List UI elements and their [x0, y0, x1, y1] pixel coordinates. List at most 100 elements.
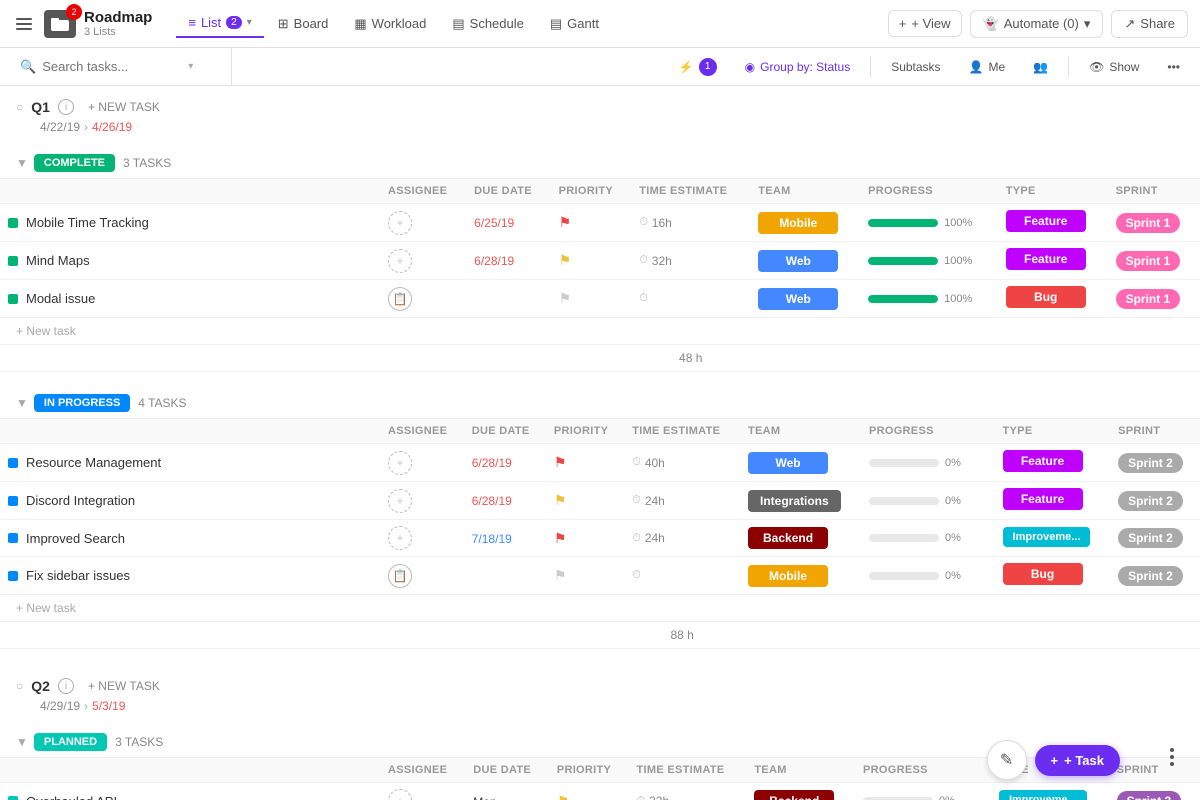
- new-task-row-inprogress[interactable]: + New task: [0, 595, 1200, 622]
- group-complete-toggle[interactable]: ▼: [16, 156, 28, 170]
- search-input[interactable]: [42, 59, 182, 74]
- tab-gantt[interactable]: ▤ Gantt: [538, 10, 611, 38]
- due-date-value: 7/18/19: [472, 532, 512, 546]
- fab-task-label: + Task: [1064, 753, 1104, 768]
- task-priority[interactable]: ⚑: [546, 520, 624, 557]
- sprint-q2-new-task[interactable]: + NEW TASK: [82, 677, 166, 695]
- fab-task-button[interactable]: + + Task: [1035, 745, 1120, 776]
- group-planned-toggle[interactable]: ▼: [16, 735, 28, 749]
- assignee-avatar[interactable]: +: [388, 489, 412, 513]
- show-button[interactable]: 👁 Show: [1081, 57, 1147, 77]
- share-button[interactable]: ↗ Share: [1111, 10, 1188, 38]
- group-complete-header: ▼ COMPLETE 3 TASKS: [0, 148, 1200, 178]
- task-assignee[interactable]: +: [380, 444, 464, 482]
- sprint-q2-toggle[interactable]: ○: [16, 679, 23, 693]
- fab-grid-button[interactable]: [1164, 742, 1180, 772]
- task-team: Web: [750, 242, 860, 280]
- hamburger-menu[interactable]: [12, 14, 36, 34]
- group-by-button[interactable]: ◉ Group by: Status: [737, 57, 859, 77]
- table-row: Overhauled API + Mon ⚑ ⏱32h Backend 0%: [0, 783, 1200, 800]
- workload-icon: ▦: [354, 16, 366, 32]
- gantt-icon: ▤: [550, 16, 562, 32]
- task-name[interactable]: Overhauled API: [26, 794, 117, 800]
- task-assignee[interactable]: +: [380, 482, 464, 520]
- task-name-cell: Mobile Time Tracking: [0, 204, 380, 242]
- subtasks-button[interactable]: Subtasks: [883, 57, 948, 77]
- me-button[interactable]: 👤 Me: [961, 57, 1014, 77]
- task-priority[interactable]: ⚑: [551, 204, 632, 242]
- task-assignee[interactable]: 📋: [380, 557, 464, 595]
- fab-edit-button[interactable]: ✎: [987, 740, 1027, 780]
- group-people-button[interactable]: 👥: [1025, 57, 1056, 77]
- sprint-q1-info[interactable]: i: [58, 99, 74, 115]
- task-priority[interactable]: ⚑: [551, 242, 632, 280]
- project-title: Roadmap: [84, 9, 152, 26]
- filter-button[interactable]: ⚡ 1: [671, 55, 725, 79]
- task-assignee[interactable]: +: [380, 242, 466, 280]
- task-priority[interactable]: ⚑: [546, 444, 624, 482]
- task-priority[interactable]: ⚑: [546, 482, 624, 520]
- col-header-assignee: ASSIGNEE: [380, 758, 465, 783]
- task-name[interactable]: Mind Maps: [26, 253, 90, 268]
- priority-flag: ⚑: [559, 290, 572, 306]
- sprint-q1-toggle[interactable]: ○: [16, 100, 23, 114]
- assignee-avatar[interactable]: +: [388, 249, 412, 273]
- task-name[interactable]: Fix sidebar issues: [26, 568, 130, 583]
- new-task-label[interactable]: + New task: [0, 595, 1200, 622]
- tab-list[interactable]: ≡ List 2 ▾: [176, 9, 263, 38]
- task-name[interactable]: Modal issue: [26, 291, 95, 306]
- table-row: Resource Management + 6/28/19 ⚑ ⏱40h Web…: [0, 444, 1200, 482]
- status-badge-planned: PLANNED: [34, 733, 107, 751]
- notif-badge: 2: [66, 4, 82, 20]
- sprint-q2-start: 4/29/19: [40, 699, 80, 713]
- task-name-cell: Overhauled API: [0, 783, 380, 800]
- task-name[interactable]: Discord Integration: [26, 493, 135, 508]
- group-inprogress-toggle[interactable]: ▼: [16, 396, 28, 410]
- group-icon: ◉: [745, 60, 755, 74]
- more-options-button[interactable]: •••: [1159, 57, 1188, 77]
- top-nav: 2 Roadmap 3 Lists ≡ List 2 ▾ ⊞ Board ▦ W…: [0, 0, 1200, 48]
- task-progress: 0%: [861, 520, 995, 557]
- filter-right: ⚡ 1 ◉ Group by: Status Subtasks 👤 Me 👥 👁…: [671, 55, 1188, 79]
- task-sprint: Sprint 2: [1110, 557, 1200, 595]
- progress-pct: 0%: [939, 795, 967, 800]
- task-progress: 100%: [860, 280, 998, 318]
- task-name[interactable]: Mobile Time Tracking: [26, 215, 149, 230]
- new-task-row-complete[interactable]: + New task: [0, 318, 1200, 345]
- total-value: 88 h: [624, 622, 740, 649]
- assignee-avatar[interactable]: 📋: [388, 564, 412, 588]
- task-name[interactable]: Improved Search: [26, 531, 125, 546]
- group-by-label: Group by: Status: [760, 60, 850, 74]
- sprint-q2-info[interactable]: i: [58, 678, 74, 694]
- assignee-avatar[interactable]: +: [388, 789, 412, 800]
- view-label: + View: [911, 16, 950, 31]
- view-button[interactable]: + + View: [888, 10, 962, 37]
- ghost-icon: 👻: [983, 16, 999, 32]
- search-chevron[interactable]: ▾: [188, 61, 193, 72]
- assignee-avatar[interactable]: +: [388, 211, 412, 235]
- assignee-avatar[interactable]: +: [388, 526, 412, 550]
- automate-chevron: ▾: [1084, 16, 1091, 32]
- assignee-avatar[interactable]: 📋: [388, 287, 412, 311]
- progress-bar-bg: [868, 295, 938, 303]
- task-assignee[interactable]: 📋: [380, 280, 466, 318]
- sprint-badge: Sprint 1: [1116, 289, 1181, 309]
- tab-schedule[interactable]: ▤ Schedule: [440, 10, 536, 38]
- tab-board[interactable]: ⊞ Board: [266, 10, 341, 38]
- automate-button[interactable]: 👻 Automate (0) ▾: [970, 10, 1104, 38]
- task-priority[interactable]: ⚑: [546, 557, 624, 595]
- task-assignee[interactable]: +: [380, 204, 466, 242]
- task-priority[interactable]: ⚑: [551, 280, 632, 318]
- assignee-avatar[interactable]: +: [388, 451, 412, 475]
- task-name[interactable]: Resource Management: [26, 455, 161, 470]
- priority-flag: ⚑: [559, 214, 572, 230]
- task-assignee[interactable]: +: [380, 783, 465, 800]
- chevron-down-icon[interactable]: ▾: [247, 17, 252, 28]
- new-task-label[interactable]: + New task: [0, 318, 1200, 345]
- due-date-value: 6/28/19: [472, 494, 512, 508]
- tab-workload[interactable]: ▦ Workload: [342, 10, 438, 38]
- total-row-complete: 48 h: [0, 345, 1200, 372]
- task-priority[interactable]: ⚑: [549, 783, 629, 800]
- task-assignee[interactable]: +: [380, 520, 464, 557]
- sprint-q1-new-task[interactable]: + NEW TASK: [82, 98, 166, 116]
